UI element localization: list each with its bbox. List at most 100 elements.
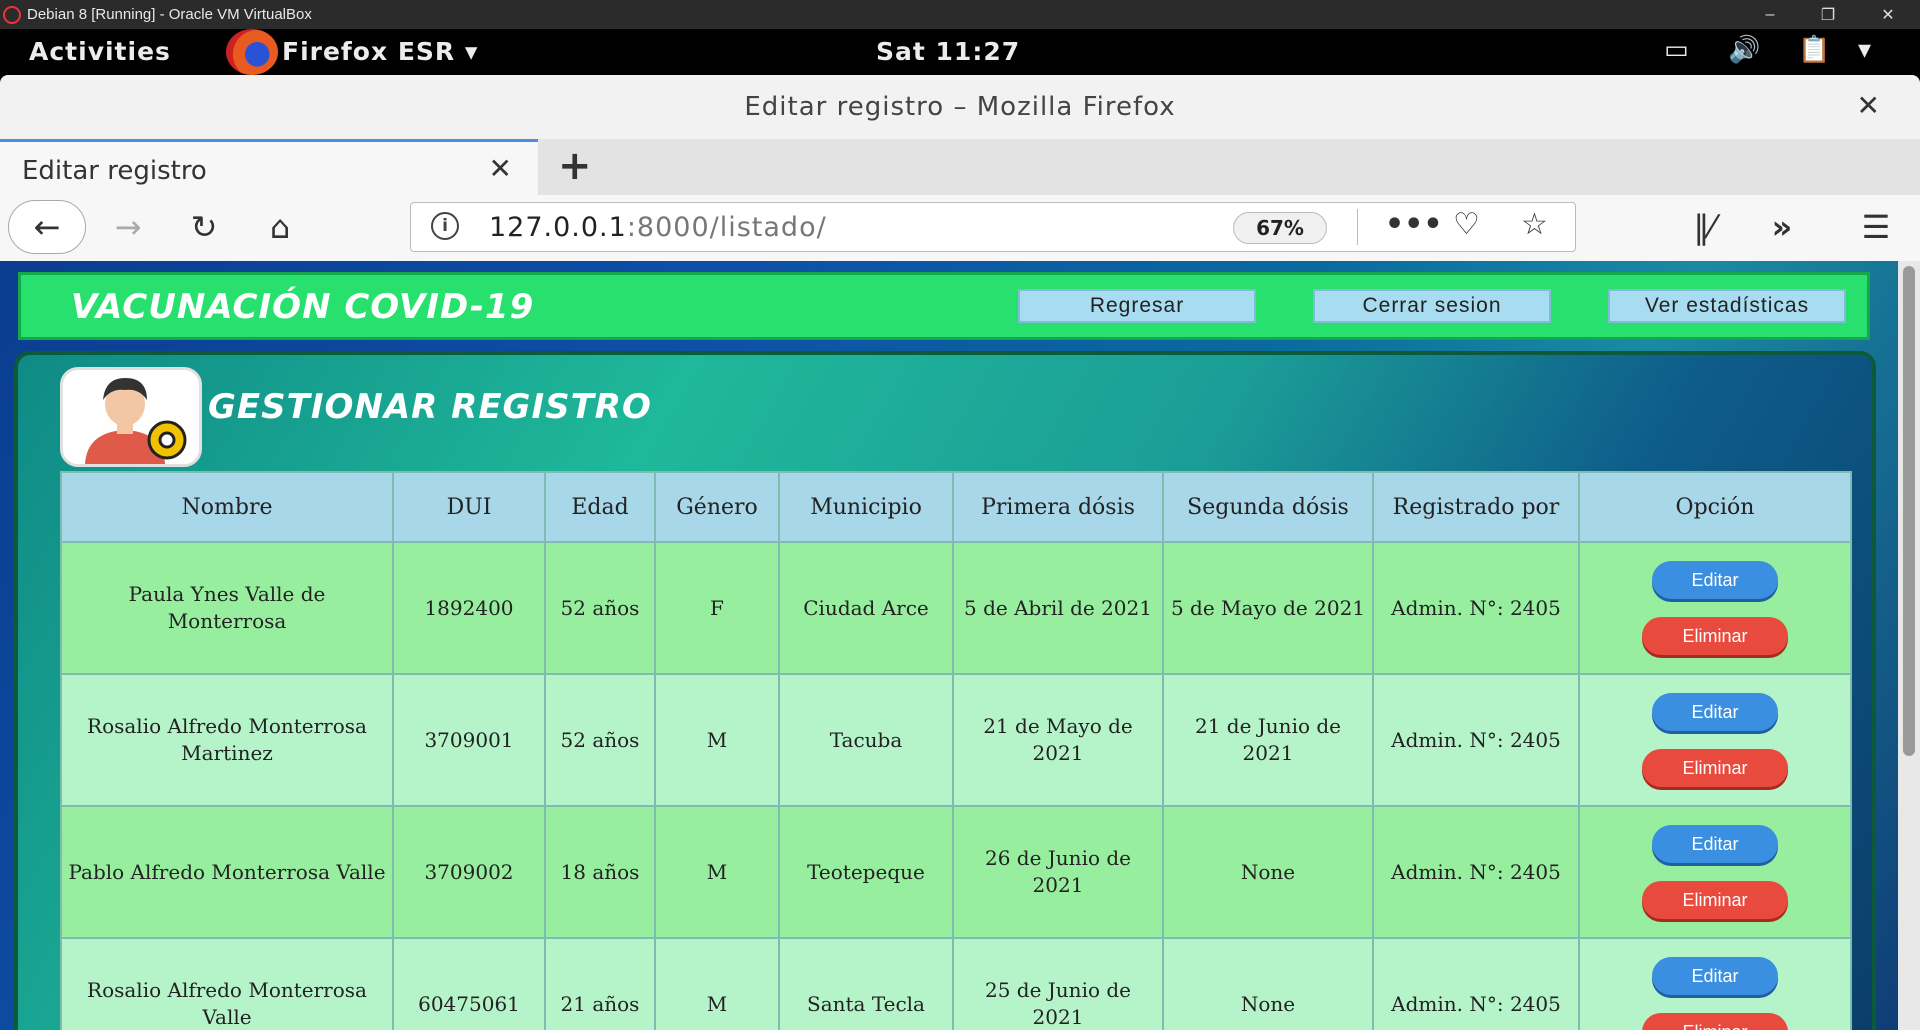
home-icon: ⌂ [269,208,291,246]
bookmark-star-icon[interactable]: ☆ [1521,207,1548,242]
cerrar-sesion-button[interactable]: Cerrar sesion [1313,289,1551,323]
admin-user-gear-icon [60,367,202,467]
cell-municipio: Teotepeque [778,805,954,939]
home-button[interactable]: ⌂ [256,203,304,251]
back-button[interactable]: ← [8,200,86,254]
arrow-right-icon: → [114,208,142,246]
cell-municipio: Tacuba [778,673,954,807]
close-window-icon[interactable]: ✕ [1860,0,1916,29]
app-menu-label: Firefox ESR [282,37,456,66]
records-table: Nombre DUI Edad Género Municipio Primera… [60,471,1852,1030]
cell-genero: F [654,541,780,675]
activities-button[interactable]: Activities [29,37,171,66]
new-tab-icon[interactable]: + [558,143,592,189]
editar-button[interactable]: Editar [1652,825,1778,863]
pocket-icon[interactable]: ♡ [1453,207,1480,242]
vbox-titlebar: Debian 8 [Running] - Oracle VM VirtualBo… [0,0,1920,29]
cell-edad: 52 años [544,673,656,807]
virtualbox-icon [3,5,21,24]
cell-primera-dosis: 5 de Abril de 2021 [952,541,1164,675]
cell-edad: 52 años [544,541,656,675]
eliminar-button[interactable]: Eliminar [1642,617,1788,655]
records-panel: GESTIONAR REGISTRO Nombre DUI Edad Géner… [14,351,1876,1030]
close-tab-icon[interactable]: ✕ [489,152,512,185]
url-path: :8000/listado/ [626,212,827,243]
cell-primera-dosis: 26 de Junio de 2021 [952,805,1164,939]
regresar-button[interactable]: Regresar [1018,289,1256,323]
cell-primera-dosis: 25 de Junio de 2021 [952,937,1164,1030]
forward-button[interactable]: → [104,203,152,251]
tab-strip: Editar registro ✕ + [0,139,1920,195]
cell-nombre: Paula Ynes Valle de Monterrosa [60,541,394,675]
volume-icon[interactable]: 🔊 [1728,35,1761,65]
cell-genero: M [654,805,780,939]
hamburger-menu-icon[interactable]: ☰ [1852,203,1900,251]
col-dui: DUI [392,471,546,543]
cell-registrado-por: Admin. N°: 2405 [1372,937,1580,1030]
col-edad: Edad [544,471,656,543]
cell-genero: M [654,673,780,807]
library-icon[interactable]: ‖⁄ [1680,203,1728,251]
eliminar-button[interactable]: Eliminar [1642,1013,1788,1030]
cell-registrado-por: Admin. N°: 2405 [1372,673,1580,807]
cell-municipio: Ciudad Arce [778,541,954,675]
app-menu[interactable]: Firefox ESR ▾ [282,37,478,66]
site-header: VACUNACIÓN COVID-19 Regresar Cerrar sesi… [18,272,1870,340]
col-registrado-por: Registrado por [1372,471,1580,543]
col-nombre: Nombre [60,471,394,543]
clock[interactable]: Sat 11:27 [876,37,1020,66]
col-municipio: Municipio [778,471,954,543]
cell-nombre: Rosalio Alfredo Monterrosa Valle [60,937,394,1030]
editar-button[interactable]: Editar [1652,693,1778,731]
urlbar-separator [1357,209,1358,245]
overflow-chevron-icon[interactable]: » [1758,203,1806,251]
arrow-left-icon: ← [33,208,61,246]
cell-dui: 3709002 [392,805,546,939]
close-firefox-icon[interactable]: ✕ [1857,89,1880,122]
cell-nombre: Rosalio Alfredo Monterrosa Martinez [60,673,394,807]
cell-edad: 18 años [544,805,656,939]
scrollbar-thumb[interactable] [1903,266,1915,756]
navigation-toolbar: ← → ↻ ⌂ i 127.0.0.1:8000/listado/ 67% ••… [0,195,1920,262]
minimize-icon[interactable]: – [1742,0,1798,29]
page-scrollbar[interactable] [1898,261,1920,1030]
cell-primera-dosis: 21 de Mayo de 2021 [952,673,1164,807]
table-row: Rosalio Alfredo Monterrosa Martinez 3709… [60,673,1852,807]
table-row: Pablo Alfredo Monterrosa Valle 3709002 1… [60,805,1852,939]
cell-municipio: Santa Tecla [778,937,954,1030]
cell-dui: 1892400 [392,541,546,675]
ver-estadisticas-button[interactable]: Ver estadísticas [1608,289,1846,323]
zoom-indicator[interactable]: 67% [1233,212,1327,244]
reload-button[interactable]: ↻ [180,203,228,251]
info-icon[interactable]: i [431,212,459,240]
tab-editar-registro[interactable]: Editar registro ✕ [0,139,538,195]
cell-registrado-por: Admin. N°: 2405 [1372,805,1580,939]
editar-button[interactable]: Editar [1652,957,1778,995]
page-content: VACUNACIÓN COVID-19 Regresar Cerrar sesi… [0,261,1898,1030]
firefox-titlebar: Editar registro – Mozilla Firefox ✕ [0,75,1920,139]
cell-opcion: Editar Eliminar [1578,805,1852,939]
page-title: GESTIONAR REGISTRO [208,387,652,427]
gnome-top-bar: Activities Firefox ESR ▾ Sat 11:27 ▭ 🔊 📋… [0,29,1920,75]
col-segunda-dosis: Segunda dósis [1162,471,1374,543]
cell-dui: 3709001 [392,673,546,807]
cell-dui: 60475061 [392,937,546,1030]
cell-segunda-dosis: None [1162,937,1374,1030]
cell-segunda-dosis: 5 de Mayo de 2021 [1162,541,1374,675]
col-opcion: Opción [1578,471,1852,543]
eliminar-button[interactable]: Eliminar [1642,749,1788,787]
cell-edad: 21 años [544,937,656,1030]
cell-opcion: Editar Eliminar [1578,937,1852,1030]
cell-segunda-dosis: 21 de Junio de 2021 [1162,673,1374,807]
system-menu-chevron-icon[interactable]: ▾ [1858,35,1872,65]
more-actions-icon[interactable]: ••• [1385,207,1443,242]
tab-label: Editar registro [22,156,207,186]
url-bar[interactable]: i 127.0.0.1:8000/listado/ 67% ••• ♡ ☆ [410,202,1576,252]
clipboard-icon[interactable]: 📋 [1798,35,1831,65]
url-text[interactable]: 127.0.0.1:8000/listado/ [489,212,827,243]
eliminar-button[interactable]: Eliminar [1642,881,1788,919]
table-header-row: Nombre DUI Edad Género Municipio Primera… [60,471,1852,543]
editar-button[interactable]: Editar [1652,561,1778,599]
display-icon[interactable]: ▭ [1664,35,1690,65]
restore-icon[interactable]: ❐ [1800,0,1856,29]
